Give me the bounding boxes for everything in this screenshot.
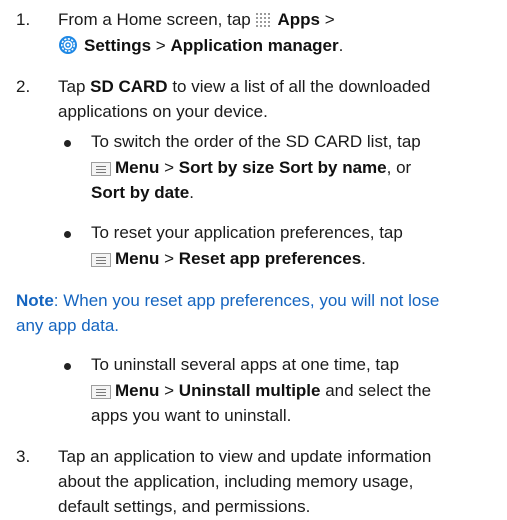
step-1-period: . [338,36,344,55]
bullet-2-separator: > [164,249,175,268]
bullet-1-line-3: Sort by date. [91,182,194,204]
menu-label: Menu [115,381,160,400]
menu-label: Menu [115,249,160,268]
note-text: : When you reset app preferences, you wi… [53,291,440,310]
menu-icon [91,385,111,399]
bullet-marker [64,231,71,238]
bullet-2-period: . [361,249,366,268]
bullet-3-line-1: To uninstall several apps at one time, t… [91,355,400,374]
sort-by-size-name-label: Sort by size Sort by name [178,158,387,177]
note-line-1: Note: When you reset app preferences, yo… [16,290,439,312]
bullet-3-separator: > [164,381,175,400]
menu-icon [91,162,111,176]
step-3-number: 3. [16,447,31,466]
step-1-line-2: Settings > Application manager. [58,35,343,61]
menu-icon [91,253,111,267]
bullet-1-or: , or [386,158,412,177]
step-2-number: 2. [16,77,31,96]
bullet-3-text-post: and select the [320,381,432,400]
bullet-2-line-1: To reset your application preferences, t… [91,223,403,242]
bullet-1-line-2: Menu > Sort by size Sort by name, or [91,157,411,179]
step-3-line-2: about the application, including memory … [58,472,414,491]
note-label: Note [16,291,54,310]
uninstall-multiple-label: Uninstall multiple [178,381,321,400]
step-1-line-1: From a Home screen, tap Apps > [58,9,335,34]
application-manager-label: Application manager [170,36,339,55]
step-1-separator: > [324,10,335,29]
step-1-text: From a Home screen, tap [58,10,256,29]
note-line-2: any app data. [16,316,120,335]
bullet-1-period: . [189,183,194,202]
reset-app-preferences-label: Reset app preferences [178,249,362,268]
step-2-text-post: to view a list of all the downloaded [167,77,431,96]
bullet-2-line-2: Menu > Reset app preferences. [91,248,366,270]
step-2-line-2: applications on your device. [58,102,268,121]
step-2-line-1: Tap SD CARD to view a list of all the do… [58,76,430,98]
sort-by-date-label: Sort by date [91,183,190,202]
step-3-line-1: Tap an application to view and update in… [58,447,432,466]
bullet-1-line-1: To switch the order of the SD CARD list,… [91,132,421,151]
settings-label: Settings [84,36,152,55]
step-2-text-pre: Tap [58,77,91,96]
page: { "steps": { "s1": { "num": "1.", "l1_pr… [0,0,507,520]
apps-grid-icon [255,12,273,34]
bullet-marker [64,363,71,370]
bullet-marker [64,140,71,147]
bullet-3-line-2: Menu > Uninstall multiple and select the [91,380,431,402]
step-1-separator-2: > [155,36,166,55]
settings-gear-icon [58,35,78,61]
bullet-1-separator: > [164,158,175,177]
menu-label: Menu [115,158,160,177]
apps-label: Apps [277,10,320,29]
step-3-line-3: default settings, and permissions. [58,497,311,516]
bullet-3-line-3: apps you want to uninstall. [91,406,292,425]
step-1-number: 1. [16,10,31,29]
sd-card-label: SD CARD [90,77,168,96]
